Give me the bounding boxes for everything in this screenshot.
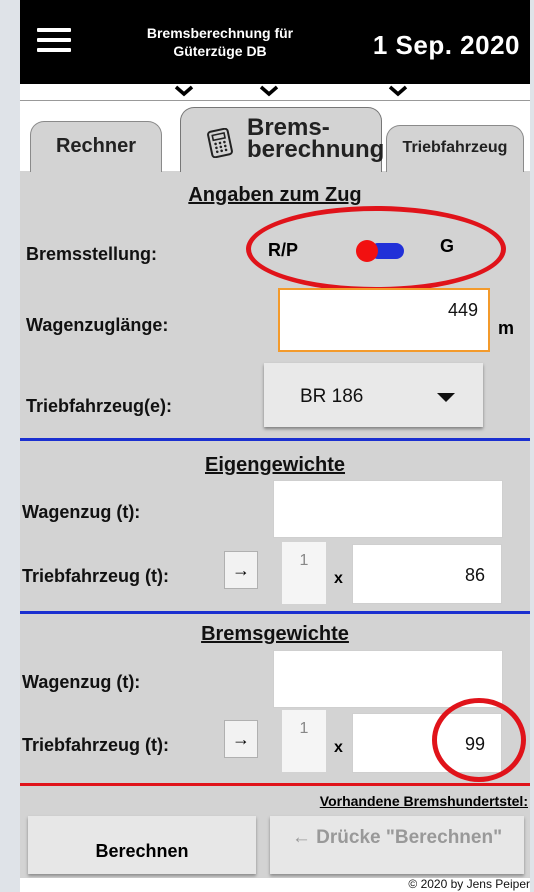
hamburger-menu-icon[interactable] [37,28,71,54]
divider-blue [20,611,530,614]
tab-rechner[interactable]: Rechner [30,121,162,172]
tab-label: Rechner [55,135,137,157]
wagenzuglaenge-input[interactable]: 449 [278,288,490,352]
triebfahrzeug-dropdown[interactable]: BR 186 [264,363,483,427]
divider-red [20,783,530,786]
tab-label: Brems- berechnung [247,114,385,163]
bremsstellung-option-g: G [440,236,455,256]
eigen-multiply-sign: x [334,570,343,587]
app-frame: Bremsberechnung für Güterzüge DB 1 Sep. … [20,0,530,892]
date-display: 1 Sep. 2020 [372,30,520,60]
app-header: Bremsberechnung für Güterzüge DB 1 Sep. … [20,0,530,84]
tab-triebfahrzeug[interactable]: Triebfahrzeug [386,125,524,172]
vorhandene-bremshundertstel-label: Vorhandene Bremshundertstel: [319,793,528,809]
tab-bremsberechnung[interactable]: Brems- berechnung [180,107,385,172]
eigen-wagenzug-label: Wagenzug (t): [22,502,141,522]
chevron-down-icon[interactable] [258,84,280,98]
eigen-triebfahrzeug-input[interactable]: 86 [352,544,502,604]
app-title: Bremsberechnung für Güterzüge DB [146,25,294,59]
chevron-down-icon[interactable] [173,84,195,98]
section-title-angaben: Angaben zum Zug [188,184,362,206]
dropdown-selected-value: BR 186 [300,386,364,407]
bremsstellung-label: Bremsstellung: [26,244,158,264]
tab-label: Triebfahrzeug [402,139,508,156]
divider-blue [20,438,530,441]
tab-chevron-strip [20,84,530,101]
wagenzuglaenge-label: Wagenzuglänge: [26,315,169,335]
bremsstellung-toggle[interactable] [356,240,404,262]
bremsstellung-option-rp: R/P [268,240,299,260]
section-title-bremsgewichte: Bremsgewichte [201,623,349,645]
brems-triebfahrzeug-label: Triebfahrzeug (t): [22,735,169,755]
brems-wagenzug-label: Wagenzug (t): [22,672,141,692]
tab-bar: Rechner Brems- berechnung Triebfahrzeug [20,101,530,172]
copyright-text: © 2020 by Jens Peiper [408,877,530,891]
section-title-eigengewichte: Eigengewichte [204,454,346,476]
eigen-count-field[interactable]: 1 [282,542,326,604]
brems-arrow-button[interactable]: → [224,720,258,758]
calculator-icon [207,128,233,158]
druecke-berechnen-hint: ← Drücke "Berechnen" [270,816,524,874]
brems-count-field[interactable]: 1 [282,710,326,772]
wagenzuglaenge-unit: m [498,318,515,338]
eigen-triebfahrzeug-label: Triebfahrzeug (t): [22,566,169,586]
eigen-wagenzug-input[interactable] [273,480,503,538]
triebfahrzeuge-label: Triebfahrzeug(e): [26,396,173,416]
chevron-down-icon[interactable] [387,84,409,98]
eigen-arrow-button[interactable]: → [224,551,258,589]
berechnen-button[interactable]: Berechnen [28,816,256,874]
brems-wagenzug-input[interactable] [273,650,503,708]
brems-multiply-sign: x [334,739,343,756]
brems-triebfahrzeug-input[interactable]: 99 [352,713,502,773]
dropdown-caret-icon [437,393,455,402]
